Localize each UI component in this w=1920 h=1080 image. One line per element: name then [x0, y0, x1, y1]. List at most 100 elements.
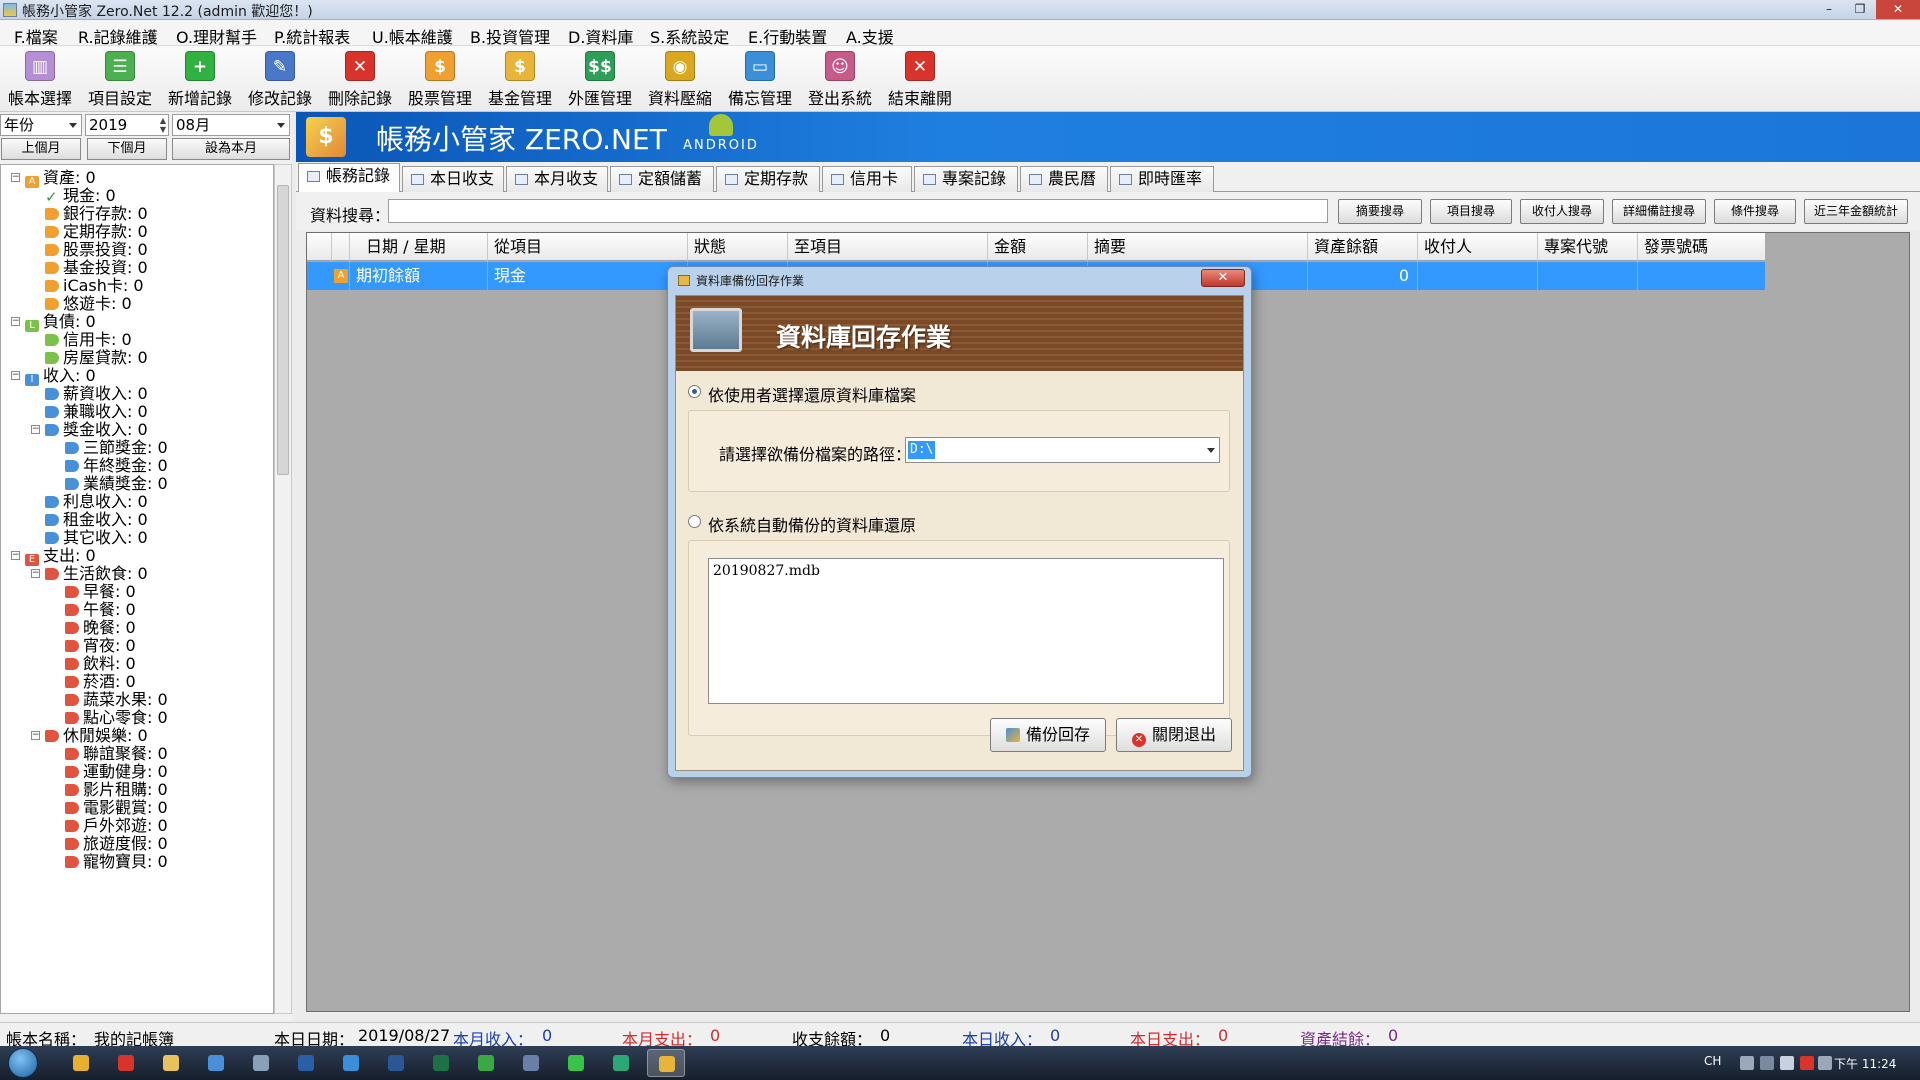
add-record-button[interactable]: + 新增記錄	[161, 49, 239, 109]
cell-balance[interactable]: 0	[1307, 262, 1417, 290]
tab-month[interactable]: 本月收支	[506, 166, 608, 192]
tree-node[interactable]: 宵夜: 0	[65, 636, 136, 656]
exit-button[interactable]: ✕ 結束離開	[881, 49, 959, 109]
column-date[interactable]: 日期 / 星期	[349, 233, 487, 261]
menu-file[interactable]: F.檔案	[14, 24, 58, 48]
tree-node[interactable]: 點心零食: 0	[65, 708, 168, 728]
tree-node[interactable]: E 支出: 0	[25, 546, 96, 566]
tree-node[interactable]: 三節獎金: 0	[65, 438, 168, 458]
logout-button[interactable]: ☺ 登出系統	[801, 49, 879, 109]
list-item[interactable]: 20190827.mdb	[713, 563, 820, 579]
forex-management-button[interactable]: $$ 外匯管理	[561, 49, 639, 109]
tree-node[interactable]: 影片租購: 0	[65, 780, 168, 800]
close-window-button[interactable]: ✕	[1876, 0, 1920, 19]
edit-record-button[interactable]: ✎ 修改記錄	[241, 49, 319, 109]
restore-button[interactable]: 備份回存	[990, 718, 1106, 752]
tree-node[interactable]: 午餐: 0	[65, 600, 136, 620]
cell-project[interactable]	[1537, 262, 1637, 290]
android-logo[interactable]: ANDROID	[676, 112, 766, 162]
antivirus-icon[interactable]	[1800, 1056, 1814, 1070]
fund-management-button[interactable]: $ 基金管理	[481, 49, 559, 109]
close-exit-button[interactable]: ✕ 關閉退出	[1116, 718, 1232, 752]
tree-node[interactable]: 聯誼聚餐: 0	[65, 744, 168, 764]
taskbar-app[interactable]	[332, 1049, 370, 1077]
tab-projects[interactable]: 專案記錄	[914, 166, 1018, 192]
tree-node[interactable]: 早餐: 0	[65, 582, 136, 602]
tab-exchange-rates[interactable]: 即時匯率	[1110, 166, 1214, 192]
taskbar-app[interactable]	[467, 1049, 505, 1077]
tree-node[interactable]: 租金收入: 0	[45, 510, 148, 530]
menu-database[interactable]: D.資料庫	[568, 24, 633, 48]
taskbar-app[interactable]	[422, 1049, 460, 1077]
auto-backup-radio[interactable]	[688, 515, 701, 528]
minimize-button[interactable]: –	[1814, 0, 1844, 19]
summary-search-button[interactable]: 摘要搜尋	[1338, 199, 1422, 224]
column-project[interactable]: 專案代號	[1537, 233, 1637, 261]
prev-month-button[interactable]: 上個月	[1, 138, 81, 160]
taskbar-app[interactable]	[107, 1049, 145, 1077]
column-from[interactable]: 從項目	[487, 233, 687, 261]
tree-node[interactable]: 寵物寶貝: 0	[65, 852, 168, 872]
tree-node[interactable]: 晚餐: 0	[65, 618, 136, 638]
tree-node[interactable]: 其它收入: 0	[45, 528, 148, 548]
tree-expander-icon[interactable]: −	[31, 425, 40, 434]
auto-backup-label[interactable]: 依系統自動備份的資料庫還原	[708, 512, 916, 536]
menu-ledger-maintenance[interactable]: U.帳本維護	[372, 24, 453, 48]
tree-node[interactable]: 戶外郊遊: 0	[65, 816, 168, 836]
data-compress-button[interactable]: ◉ 資料壓縮	[641, 49, 719, 109]
tab-fixed-savings[interactable]: 定額儲蓄	[610, 166, 714, 192]
keyboard-icon[interactable]	[1740, 1056, 1754, 1070]
item-search-button[interactable]: 項目搜尋	[1430, 199, 1512, 224]
tab-calendar[interactable]: 農民曆	[1020, 166, 1108, 192]
tree-node[interactable]: 信用卡: 0	[45, 330, 132, 350]
stock-management-button[interactable]: $ 股票管理	[401, 49, 479, 109]
taskbar-app[interactable]	[287, 1049, 325, 1077]
scrollbar-thumb[interactable]	[277, 185, 289, 475]
cell-payee[interactable]	[1417, 262, 1537, 290]
column-to[interactable]: 至項目	[787, 233, 987, 261]
taskbar-app[interactable]	[242, 1049, 280, 1077]
tree-expander-icon[interactable]: −	[31, 731, 40, 740]
tree-node[interactable]: 基金投資: 0	[45, 258, 148, 278]
menu-finance-helper[interactable]: O.理財幫手	[176, 24, 257, 48]
cell-invoice[interactable]	[1637, 262, 1765, 290]
column-status[interactable]: 狀態	[687, 233, 787, 261]
tree-node[interactable]: 休閒娛樂: 0	[45, 726, 148, 746]
tab-records[interactable]: 帳務記錄	[298, 163, 400, 193]
tree-node[interactable]: 蔬菜水果: 0	[65, 690, 168, 710]
set-current-month-button[interactable]: 設為本月	[172, 138, 290, 160]
tree-node[interactable]: 年終獎金: 0	[65, 456, 168, 476]
tree-node[interactable]: 飲料: 0	[65, 654, 136, 674]
year-spinner[interactable]: 2019 ▲ ▼	[85, 114, 169, 136]
delete-record-button[interactable]: ✕ 刪除記錄	[321, 49, 399, 109]
tree-node[interactable]: 獎金收入: 0	[45, 420, 148, 440]
taskbar-app[interactable]	[602, 1049, 640, 1077]
tree-node[interactable]: ✓ 現金: 0	[45, 186, 116, 206]
ledger-select-button[interactable]: ▥ 帳本選擇	[1, 49, 79, 109]
note-search-button[interactable]: 詳細備註搜尋	[1612, 199, 1706, 224]
tree-expander-icon[interactable]: −	[11, 551, 20, 560]
menu-reports[interactable]: P.統計報表	[274, 24, 350, 48]
tree-node[interactable]: 旅遊度假: 0	[65, 834, 168, 854]
tree-node[interactable]: L 負債: 0	[25, 312, 96, 332]
menu-system-settings[interactable]: S.系統設定	[650, 24, 729, 48]
three-year-stats-button[interactable]: 近三年金額統計	[1804, 199, 1908, 224]
tree-node[interactable]: iCash卡: 0	[45, 276, 144, 296]
search-input[interactable]	[388, 199, 1328, 223]
taskbar-app[interactable]	[377, 1049, 415, 1077]
taskbar-app[interactable]	[152, 1049, 190, 1077]
tree-node[interactable]: 電影觀賞: 0	[65, 798, 168, 818]
user-select-label[interactable]: 依使用者選擇還原資料庫檔案	[708, 382, 916, 406]
taskbar-app[interactable]	[62, 1049, 100, 1077]
condition-search-button[interactable]: 條件搜尋	[1714, 199, 1796, 224]
maximize-button[interactable]: ❐	[1845, 0, 1875, 19]
tree-node[interactable]: 利息收入: 0	[45, 492, 148, 512]
taskbar-app[interactable]	[512, 1049, 550, 1077]
tree-node[interactable]: 業績獎金: 0	[65, 474, 168, 494]
tab-time-deposit[interactable]: 定期存款	[716, 166, 820, 192]
taskbar-app[interactable]	[197, 1049, 235, 1077]
next-month-button[interactable]: 下個月	[87, 138, 167, 160]
account-tree[interactable]: − A 資產: 0 ✓ 現金: 0 銀行存款: 0 定期存款: 0 股票投資: 0 基金投資: …	[0, 164, 274, 1014]
menu-investment[interactable]: B.投資管理	[470, 24, 550, 48]
start-button[interactable]	[8, 1048, 38, 1078]
